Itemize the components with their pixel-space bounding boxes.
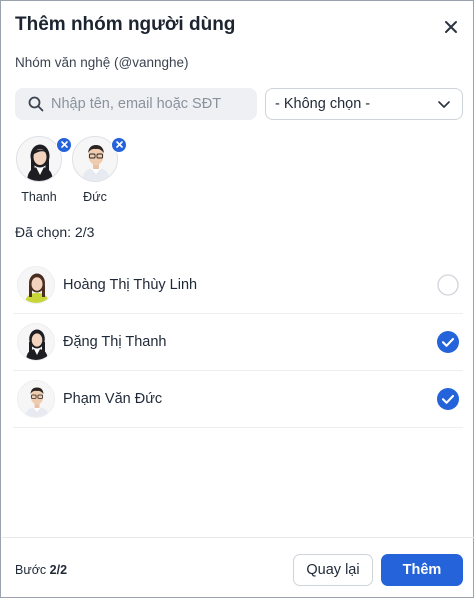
add-user-group-dialog: Thêm nhóm người dùng Nhóm văn nghệ (@van… bbox=[0, 0, 474, 598]
step-label: Bước bbox=[15, 563, 47, 577]
user-list-item[interactable]: Phạm Văn Đức bbox=[13, 371, 463, 428]
add-button[interactable]: Thêm bbox=[381, 554, 463, 586]
user-name: Phạm Văn Đức bbox=[63, 391, 163, 407]
user-list-item[interactable]: Hoàng Thị Thùy Linh bbox=[13, 257, 463, 314]
unchecked-circle-icon[interactable] bbox=[437, 274, 459, 296]
chevron-down-icon bbox=[438, 101, 450, 108]
filter-select[interactable]: - Không chọn - bbox=[265, 88, 463, 120]
selected-chip: Thanh bbox=[13, 136, 72, 204]
avatar bbox=[17, 323, 55, 361]
close-icon bbox=[115, 141, 123, 148]
step-value: 2/2 bbox=[49, 563, 68, 577]
filter-selected-value: - Không chọn - bbox=[275, 96, 371, 112]
checked-circle-icon[interactable] bbox=[437, 331, 459, 353]
close-icon[interactable] bbox=[441, 17, 461, 37]
back-button[interactable]: Quay lại bbox=[293, 554, 373, 586]
chip-name: Đức bbox=[83, 190, 107, 204]
search-icon bbox=[28, 96, 44, 112]
avatar bbox=[17, 380, 55, 418]
remove-chip-button[interactable] bbox=[111, 137, 127, 153]
selected-chip: Đức bbox=[69, 136, 127, 204]
user-name: Hoàng Thị Thùy Linh bbox=[63, 277, 198, 293]
female-avatar-icon bbox=[18, 324, 54, 360]
male-avatar-icon bbox=[18, 381, 54, 417]
avatar bbox=[17, 266, 55, 304]
dialog-title: Thêm nhóm người dùng bbox=[15, 14, 236, 35]
chip-name: Thanh bbox=[21, 190, 57, 204]
footer-divider bbox=[2, 537, 474, 538]
checked-circle-icon[interactable] bbox=[437, 388, 459, 410]
user-name: Đặng Thị Thanh bbox=[63, 334, 167, 350]
female-avatar-icon bbox=[18, 267, 54, 303]
selection-count: Đã chọn: 2/3 bbox=[15, 224, 95, 240]
user-list-item[interactable]: Đặng Thị Thanh bbox=[13, 314, 463, 371]
step-indicator: Bước 2/2 bbox=[15, 563, 67, 577]
group-subtitle: Nhóm văn nghệ (@vannghe) bbox=[15, 55, 189, 70]
search-box[interactable] bbox=[15, 88, 257, 120]
search-input[interactable] bbox=[51, 88, 251, 120]
